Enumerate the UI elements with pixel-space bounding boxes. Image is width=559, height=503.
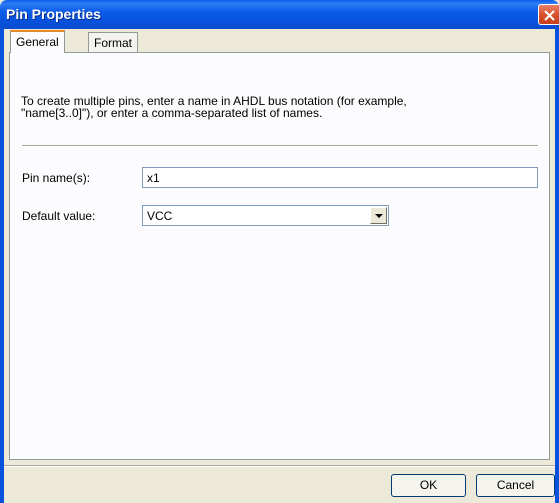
default-value-label: Default value: <box>22 209 96 223</box>
chevron-down-icon <box>375 214 383 218</box>
default-value-selected: VCC <box>147 209 173 223</box>
dropdown-button[interactable] <box>370 207 387 224</box>
cancel-button[interactable]: Cancel <box>476 474 555 497</box>
window-frame-left <box>0 29 4 503</box>
section-divider <box>22 145 538 147</box>
tab-general-label: General <box>16 35 59 49</box>
pin-name-input[interactable] <box>142 167 538 188</box>
ok-button[interactable]: OK <box>391 474 466 497</box>
button-area-divider <box>4 465 555 467</box>
tab-format-label: Format <box>94 36 133 50</box>
help-description: To create multiple pins, enter a name in… <box>21 94 407 120</box>
window-title: Pin Properties <box>6 6 101 22</box>
tab-general[interactable]: General <box>10 30 65 53</box>
title-bar[interactable]: Pin Properties <box>0 0 559 29</box>
pin-name-label: Pin name(s): <box>22 171 91 185</box>
window-frame-right <box>555 29 559 503</box>
close-button[interactable] <box>538 4 559 25</box>
tab-format[interactable]: Format <box>88 32 139 53</box>
default-value-select[interactable]: VCC <box>142 205 389 226</box>
close-icon <box>544 10 555 21</box>
